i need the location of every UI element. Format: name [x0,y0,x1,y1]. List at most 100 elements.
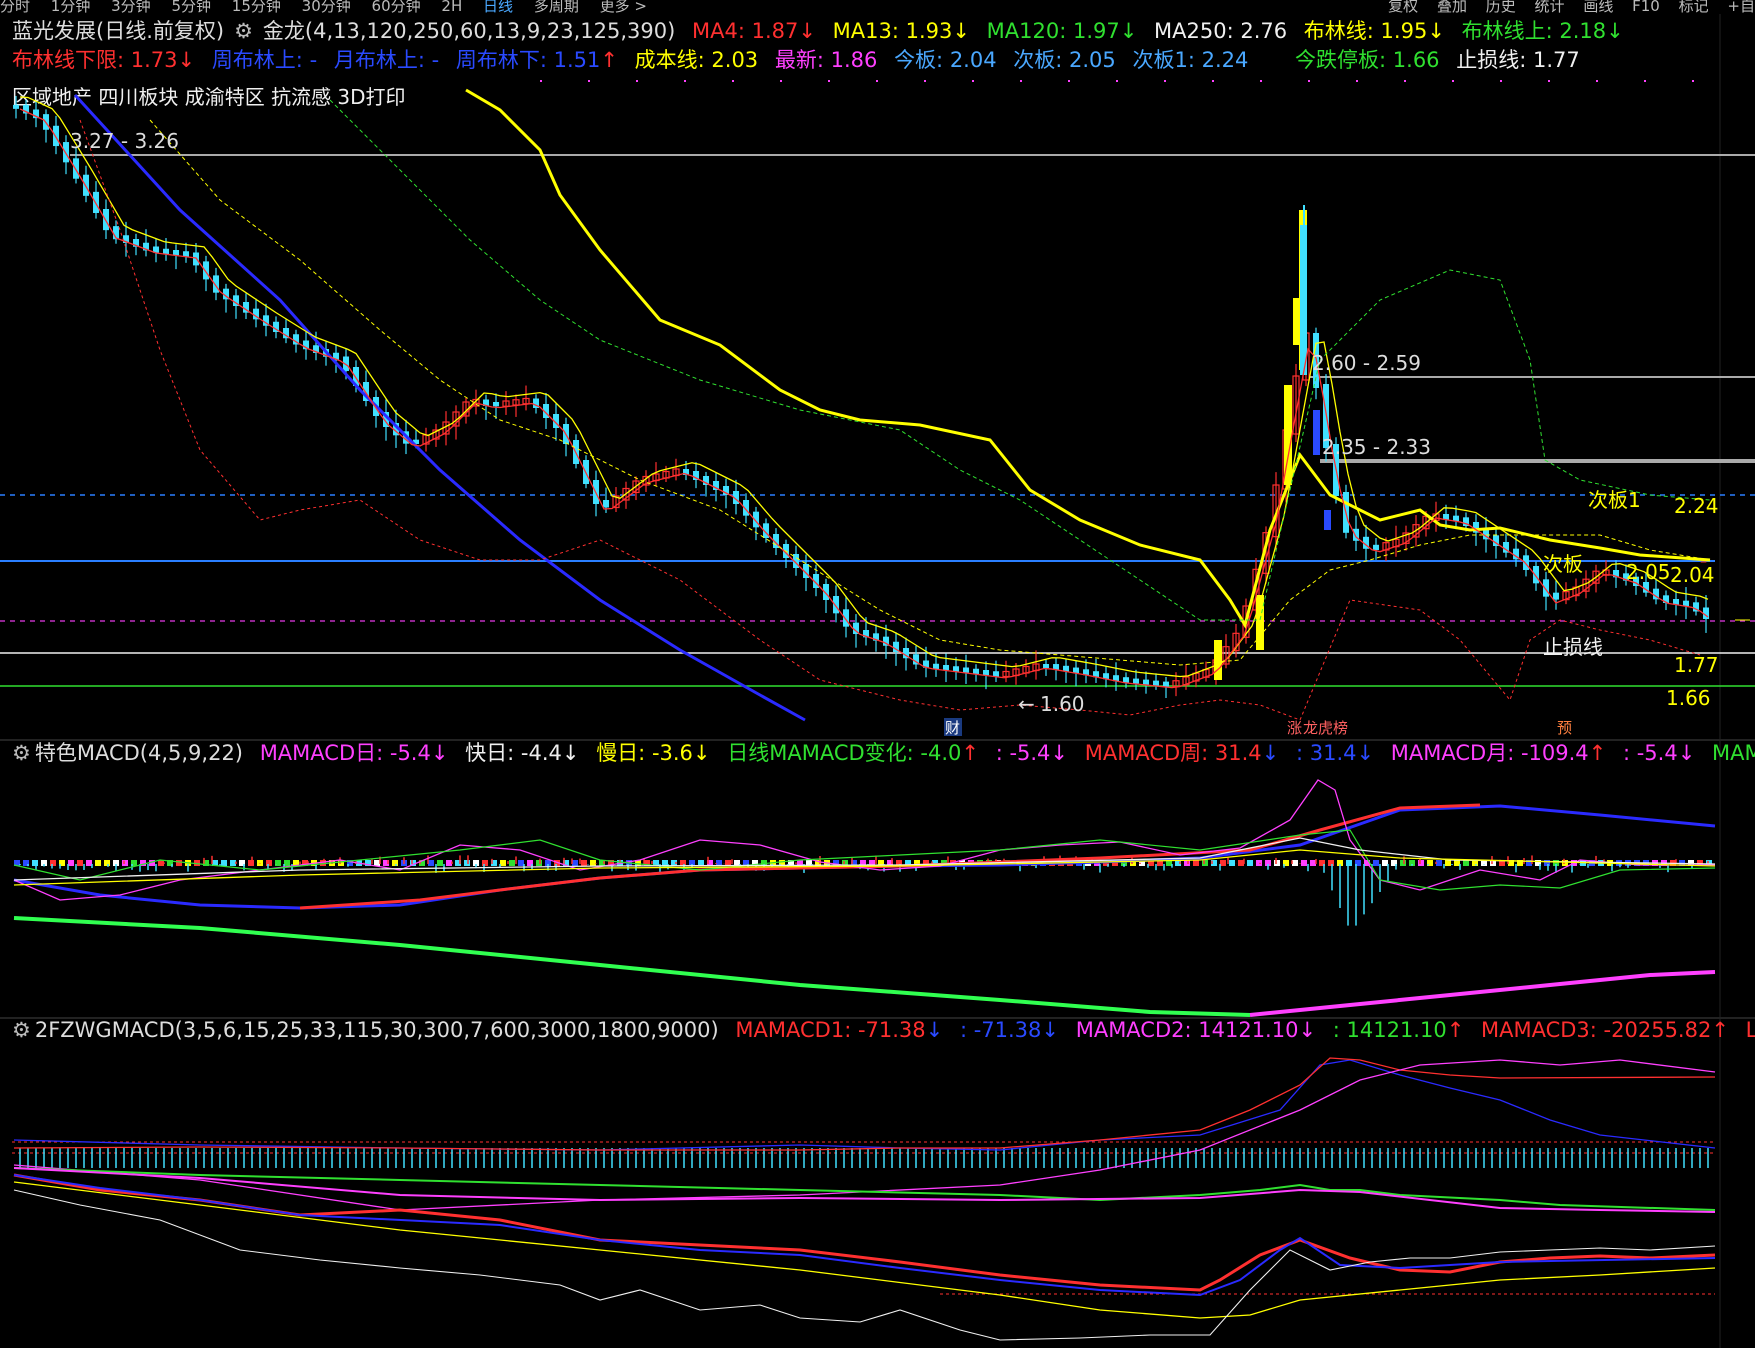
up-arrow-icon: ↑ [1588,741,1607,765]
signal-square [1328,860,1334,866]
signal-square [1301,860,1307,866]
signal-square [1310,860,1316,866]
macd2-pane [12,1057,1716,1341]
signal-square [275,860,281,866]
mamacd1: MAMACD1: -71.38 [735,1018,926,1042]
candle-body [953,666,959,672]
mamacd-month-line-pos [1249,970,1716,1017]
main-chart[interactable]: 3.27 - 3.26 2.60 - 2.59 2.35 - 2.33 次板1 … [0,0,1755,1348]
macd-value-10: MAMA [1712,741,1755,765]
candle-body [493,402,499,407]
candle-body [833,596,839,614]
candle-body [603,500,609,508]
finance-marker-label: 财 [945,719,960,737]
settings-icon[interactable]: ⚙ [12,741,31,765]
signal-square [1418,860,1424,866]
low-price-label: 1.60 [1040,692,1085,716]
next-board-label: 次板 [1543,552,1583,576]
marker-dot [1692,80,1694,82]
signal-square [1400,860,1406,866]
signal-square [581,860,587,866]
signal-square [662,860,668,866]
candle-body [943,665,949,671]
signal-square [374,860,380,866]
next-board-value: 2.05 [1626,560,1671,584]
macd-title[interactable]: 特色MACD(4,5,9,22) [35,741,243,765]
mamacd-day-line [13,779,1715,901]
marker-dot [1116,80,1118,82]
down-arrow-icon: ↓ [1356,741,1375,765]
ma4-line [19,108,1709,689]
range-label-260: 2.60 - 2.59 [1312,351,1421,375]
boll-mid-line [149,119,1711,666]
marker-dot [1308,80,1310,82]
signal-square [500,860,506,866]
stop-loss-label: 止损线 [1543,635,1603,659]
candle-body [183,251,189,257]
candle-body [1163,681,1169,687]
candle-body [963,667,969,673]
stop-loss-axis-value: 1.77 [1674,653,1719,677]
signal-square [257,860,263,866]
signal-square [95,860,101,866]
slow-day: 慢日: -3.6 [596,741,693,765]
up-arrow-icon: ↑ [1446,1018,1465,1042]
signal-square [1346,860,1352,866]
mamacd-week: MAMACD周: 31.4 [1084,741,1262,765]
signal-square [266,860,272,866]
macd2-title[interactable]: 2FZWGMACD(3,5,6,15,25,33,115,30,300,7,60… [35,1018,719,1042]
signal-square [122,860,128,866]
candle-body [1123,677,1129,683]
signal-square [1454,860,1460,866]
marker-dot [636,80,638,82]
range-label-235: 2.35 - 2.33 [1322,435,1431,459]
marker-dot [924,80,926,82]
marker-dot [1164,80,1166,82]
low-arrow-icon: ← [1018,692,1035,716]
macd2-value-6: LL [1745,1018,1755,1042]
limit-down-axis-value: 1.66 [1666,686,1711,710]
next-board1-label: 次板1 [1588,488,1641,512]
candlesticks [13,95,1709,699]
macd-legend: ⚙ 特色MACD(4,5,9,22) MAMACD日: -5.4↓ 快日: -4.… [0,739,1755,767]
signal-square [176,860,182,866]
settings-icon[interactable]: ⚙ [12,1018,31,1042]
signal-square [221,860,227,866]
marker-dot [1068,80,1070,82]
signal-square [1274,860,1280,866]
signal-square [1382,860,1388,866]
marker-dot [1500,80,1502,82]
candle-body [1143,679,1149,685]
ma13-line [19,96,1709,678]
mamacd-month-line [13,916,1251,1017]
candle-body [1543,579,1549,597]
macd-value-9: : -5.4 [1622,741,1678,765]
mamacd1-b: : -71.38 [959,1018,1042,1042]
candle-body [1533,566,1539,584]
candle-body [1523,555,1529,570]
signal-square [509,860,515,866]
signal-square [446,860,452,866]
signal-square [284,860,290,866]
candle-body [13,104,19,109]
signal-square [86,860,92,866]
signal-square [572,860,578,866]
candle-body [1133,678,1139,684]
down-arrow-icon: ↓ [925,1018,944,1042]
mamacd3-line [13,1057,1716,1151]
mamacd-day: MAMACD日: -5.4 [259,741,431,765]
dragon-tiger-marker: 龙虎榜 [1303,719,1348,737]
marker-dot [972,80,974,82]
blue-trend-line [73,93,806,722]
candle-body [203,261,209,280]
marker-dot [1356,80,1358,82]
marker-dot [1452,80,1454,82]
signal-square [392,860,398,866]
signal-square [230,860,236,866]
blue-candle [1313,410,1320,455]
high-range-label: 3.27 - 3.26 [70,129,179,153]
signal-square [248,860,254,866]
candle-body [63,142,69,163]
price-tick-mark: – [1700,554,1707,570]
down-arrow-icon: ↓ [1261,741,1280,765]
